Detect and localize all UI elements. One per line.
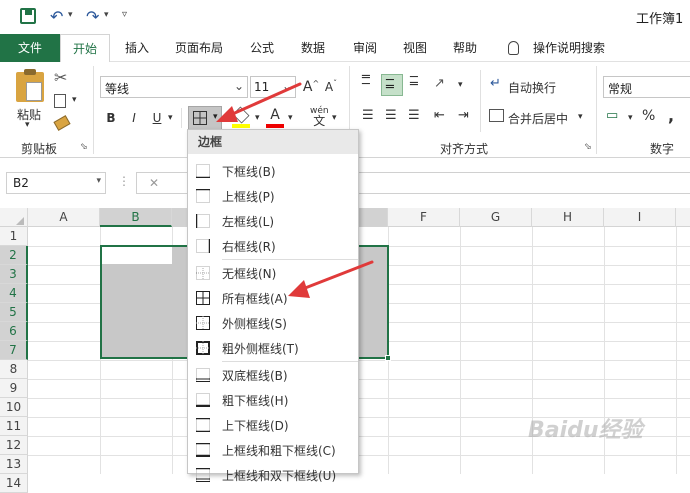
arrow-to-borders-button [216, 82, 302, 122]
arrow-to-all-borders [288, 260, 374, 298]
annotation-arrows [216, 82, 374, 298]
watermark: Baidu经验 [528, 418, 643, 443]
row-header[interactable]: 14 [0, 474, 28, 493]
